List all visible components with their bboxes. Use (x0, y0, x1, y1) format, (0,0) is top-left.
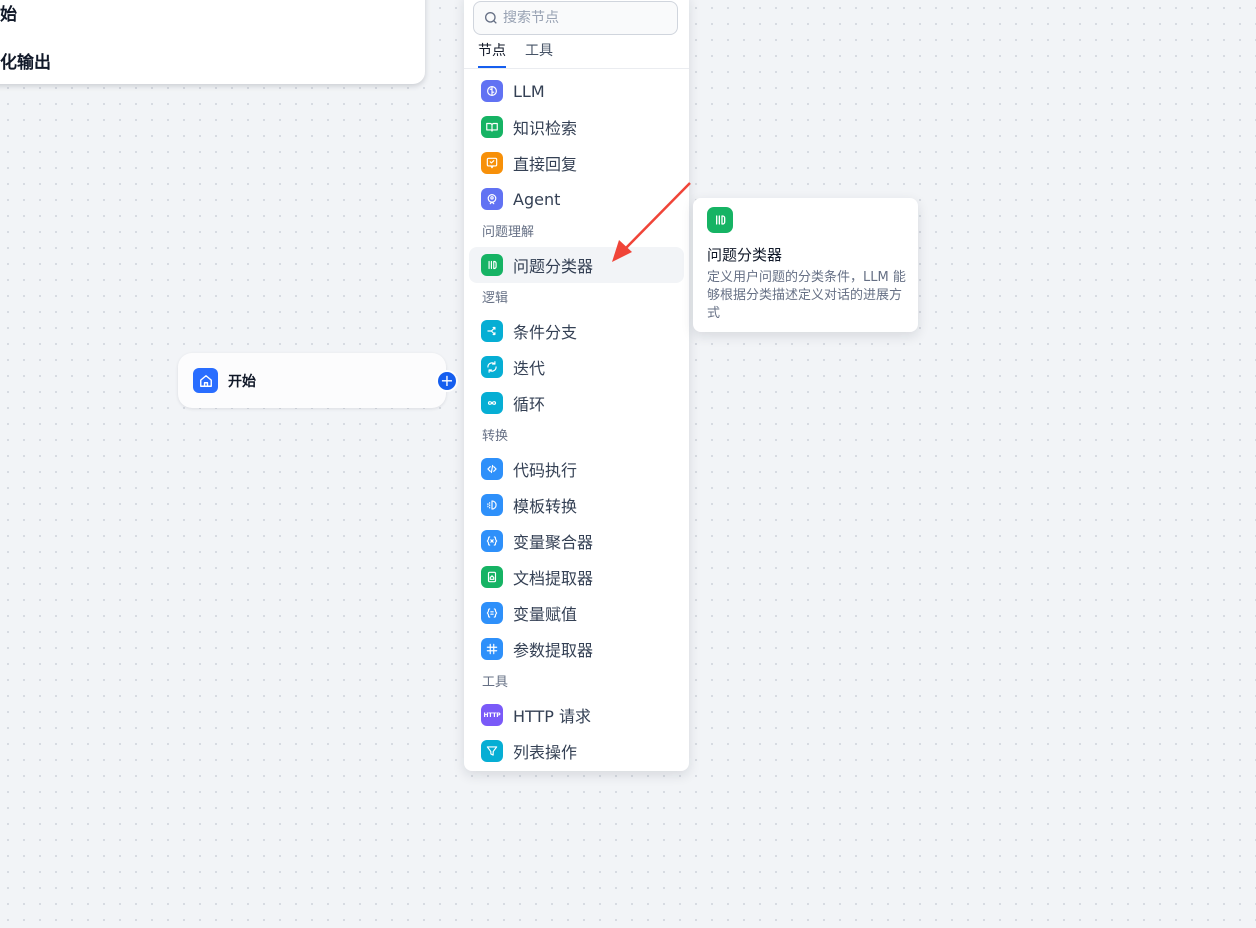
section-title: 逻辑 (482, 291, 509, 306)
refresh-icon (481, 356, 503, 378)
block-item[interactable]: LLM (469, 73, 684, 109)
document-icon (481, 566, 503, 588)
block-item-label: 列表操作 (513, 743, 578, 762)
block-item[interactable]: 直接回复 (469, 145, 684, 181)
message-check-icon (481, 152, 503, 174)
parameter-icon (481, 638, 503, 660)
template-icon (481, 494, 503, 516)
previous-node-card[interactable]: 始 化输出 (0, 0, 425, 84)
previous-node-line2: 化输出 (0, 53, 51, 73)
block-item[interactable]: 模板转换 (469, 487, 684, 523)
block-item[interactable]: 条件分支 (469, 313, 684, 349)
block-item[interactable]: 知识检索 (469, 109, 684, 145)
brain-icon (481, 80, 503, 102)
infinity-icon (481, 392, 503, 414)
block-item-label: 条件分支 (513, 323, 578, 342)
block-item-label: 代码执行 (513, 461, 578, 480)
block-item[interactable]: HTTP HTTP 请求 (469, 697, 684, 733)
branch-icon (481, 320, 503, 342)
agent-icon (481, 188, 503, 210)
block-item-label: 知识检索 (513, 119, 578, 138)
filter-icon (481, 740, 503, 762)
block-item-label: 迭代 (513, 359, 546, 378)
classifier-icon (481, 254, 503, 276)
block-item-label: 参数提取器 (513, 641, 594, 660)
tabs-divider (464, 68, 689, 69)
block-item[interactable]: Agent (469, 181, 684, 217)
block-item[interactable]: 列表操作 (469, 733, 684, 769)
book-open-icon (481, 116, 503, 138)
search-box[interactable] (473, 1, 678, 35)
assign-icon (481, 602, 503, 624)
tooltip-title: 问题分类器 (707, 246, 783, 264)
block-item[interactable]: 参数提取器 (469, 631, 684, 667)
tab-tools[interactable]: 工具 (525, 40, 553, 68)
block-item-label: LLM (513, 81, 545, 101)
block-item-label: 循环 (513, 395, 546, 414)
search-icon (485, 12, 497, 24)
block-item-label: 变量聚合器 (513, 533, 594, 552)
block-item[interactable]: 代码执行 (469, 451, 684, 487)
block-item[interactable]: 迭代 (469, 349, 684, 385)
block-item-label: 直接回复 (513, 155, 578, 174)
start-node-label: 开始 (228, 374, 256, 390)
block-tabs: 节点 工具 (478, 40, 553, 68)
block-item[interactable]: 循环 (469, 385, 684, 421)
section-title: 转换 (482, 429, 509, 444)
block-item-label: HTTP 请求 (513, 707, 592, 726)
block-item-label: 文档提取器 (513, 569, 594, 588)
section-title: 工具 (482, 675, 509, 690)
tooltip-description: 定义用户问题的分类条件，LLM 能够根据分类描述定义对话的进展方式 (707, 270, 906, 321)
block-item-label: Agent (513, 189, 561, 209)
start-node[interactable]: 开始 (178, 353, 446, 408)
tab-nodes[interactable]: 节点 (478, 40, 506, 68)
block-item-label: 模板转换 (513, 497, 578, 516)
classifier-icon (707, 207, 733, 233)
node-tooltip: 问题分类器 定义用户问题的分类条件，LLM 能够根据分类描述定义对话的进展方式 (693, 198, 918, 332)
block-selector-panel: 节点 工具 LLM 知识检索直接回复 Agent 问题理解问题分类器逻辑条件分支迭代循… (464, 0, 689, 771)
block-item[interactable]: 变量赋值 (469, 595, 684, 631)
home-icon (193, 368, 218, 393)
code-icon (481, 458, 503, 480)
block-item[interactable]: 问题分类器 (469, 247, 684, 283)
block-list: LLM 知识检索直接回复 Agent 问题理解问题分类器 逻辑条件分支迭代循环 转换代码执… (469, 73, 684, 769)
block-item-label: 变量赋值 (513, 605, 578, 624)
variable-icon (481, 530, 503, 552)
search-input[interactable] (503, 10, 663, 26)
add-next-node-button[interactable]: + (438, 372, 456, 390)
section-title: 问题理解 (482, 225, 535, 240)
block-item[interactable]: 文档提取器 (469, 559, 684, 595)
http-icon: HTTP (481, 704, 503, 726)
previous-node-line1: 始 (0, 5, 17, 25)
block-item[interactable]: 变量聚合器 (469, 523, 684, 559)
block-item-label: 问题分类器 (513, 257, 594, 276)
